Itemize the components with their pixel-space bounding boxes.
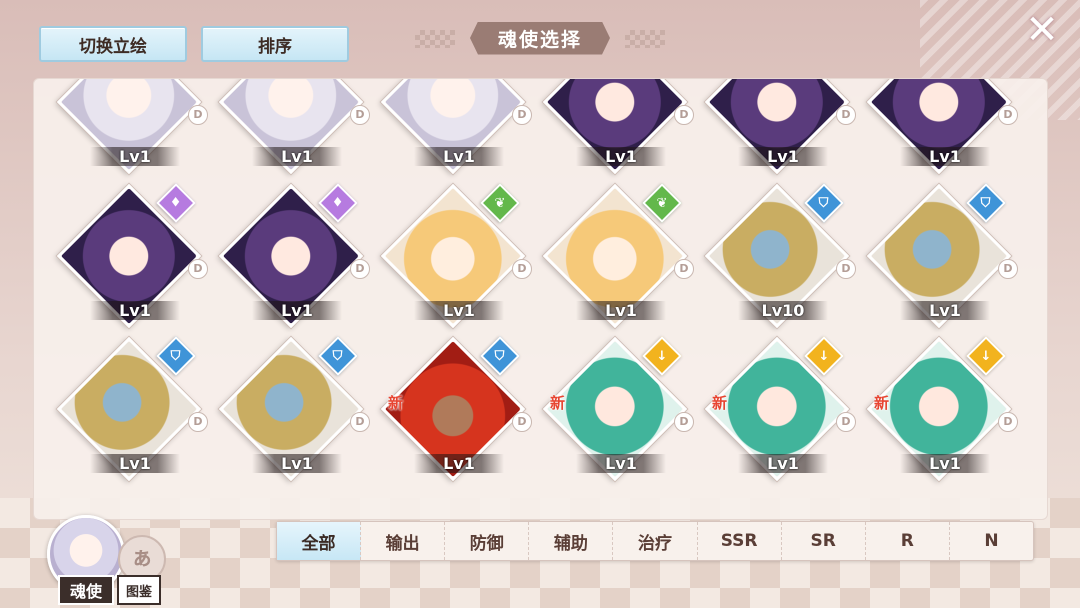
rank-badge: D [836, 412, 856, 432]
tab-SSR[interactable]: SSR [698, 522, 782, 560]
new-badge: 新 [874, 394, 890, 412]
new-badge: 新 [712, 394, 728, 412]
character-card[interactable]: D Lv1 [704, 79, 858, 177]
level-label: Lv1 [414, 147, 504, 166]
rank-badge: D [836, 105, 856, 125]
character-card[interactable]: ↓ 新 D Lv1 [866, 336, 1020, 484]
character-card[interactable]: ⛉ D Lv1 [218, 336, 372, 484]
tab-SR[interactable]: SR [782, 522, 866, 560]
tab-治疗[interactable]: 治疗 [613, 522, 698, 560]
filter-tabs: 全部 输出 防御 辅助 治疗 SSR SR R N [276, 521, 1034, 561]
close-icon[interactable]: ✕ [1022, 10, 1062, 50]
tab-辅助[interactable]: 辅助 [529, 522, 614, 560]
switch-portrait-button[interactable]: 切换立绘 [39, 26, 187, 62]
rank-badge: D [350, 412, 370, 432]
rank-badge: D [998, 105, 1018, 125]
rank-badge: D [836, 259, 856, 279]
rank-badge: D [998, 259, 1018, 279]
level-label: Lv1 [900, 301, 990, 320]
rank-badge: D [350, 259, 370, 279]
tab-N[interactable]: N [950, 522, 1033, 560]
rank-badge: D [188, 259, 208, 279]
character-card[interactable]: D Lv1 [56, 79, 210, 177]
level-label: Lv1 [90, 454, 180, 473]
level-label: Lv1 [414, 454, 504, 473]
level-label: Lv1 [738, 454, 828, 473]
rank-badge: D [512, 412, 532, 432]
level-label: Lv1 [576, 454, 666, 473]
character-card[interactable]: ⛉ D Lv1 [866, 183, 1020, 331]
character-card[interactable]: ↓ 新 D Lv1 [542, 336, 696, 484]
tab-防御[interactable]: 防御 [445, 522, 530, 560]
character-card[interactable]: D Lv1 [866, 79, 1020, 177]
rank-badge: D [998, 412, 1018, 432]
level-label: Lv1 [90, 147, 180, 166]
character-card[interactable]: ⛉ 新 D Lv1 [380, 336, 534, 484]
level-label: Lv1 [738, 147, 828, 166]
tab-R[interactable]: R [866, 522, 950, 560]
level-label: Lv1 [900, 454, 990, 473]
character-card[interactable]: D Lv1 [542, 79, 696, 177]
rank-badge: D [674, 412, 694, 432]
new-badge: 新 [550, 394, 566, 412]
character-card[interactable]: ♦ D Lv1 [218, 183, 372, 331]
rank-badge: D [350, 105, 370, 125]
rank-badge: D [674, 105, 694, 125]
character-card[interactable]: ⛉ D Lv10 [704, 183, 858, 331]
character-card[interactable]: D Lv1 [380, 79, 534, 177]
level-label: Lv1 [900, 147, 990, 166]
new-badge: 新 [388, 394, 404, 412]
character-card[interactable]: ❦ D Lv1 [380, 183, 534, 331]
level-label: Lv1 [576, 301, 666, 320]
title-banner: 魂使选择 [440, 20, 640, 56]
level-label: Lv1 [252, 454, 342, 473]
level-label: Lv1 [576, 147, 666, 166]
level-label: Lv1 [252, 147, 342, 166]
character-card[interactable]: ⛉ D Lv1 [56, 336, 210, 484]
character-card[interactable]: ❦ D Lv1 [542, 183, 696, 331]
sort-button[interactable]: 排序 [201, 26, 349, 62]
character-card[interactable]: D Lv1 [218, 79, 372, 177]
tab-全部[interactable]: 全部 [277, 522, 362, 560]
rank-badge: D [188, 105, 208, 125]
level-label: Lv1 [414, 301, 504, 320]
codex-label[interactable]: 图鉴 [117, 575, 161, 605]
character-card[interactable]: ↓ 新 D Lv1 [704, 336, 858, 484]
level-label: Lv1 [252, 301, 342, 320]
character-card[interactable]: ♦ D Lv1 [56, 183, 210, 331]
rank-badge: D [674, 259, 694, 279]
page-title: 魂使选择 [470, 22, 610, 55]
rank-badge: D [512, 259, 532, 279]
spirit-label[interactable]: 魂使 [58, 575, 114, 605]
character-grid: D Lv1 D Lv1 D Lv1 D Lv1 D Lv1 D Lv1 ♦ D Lv1 ♦ D Lv1 ❦ D Lv1 ❦… [33, 78, 1048, 520]
rank-badge: D [188, 412, 208, 432]
rank-badge: D [512, 105, 532, 125]
tab-输出[interactable]: 输出 [361, 522, 446, 560]
level-label: Lv10 [738, 301, 828, 320]
level-label: Lv1 [90, 301, 180, 320]
